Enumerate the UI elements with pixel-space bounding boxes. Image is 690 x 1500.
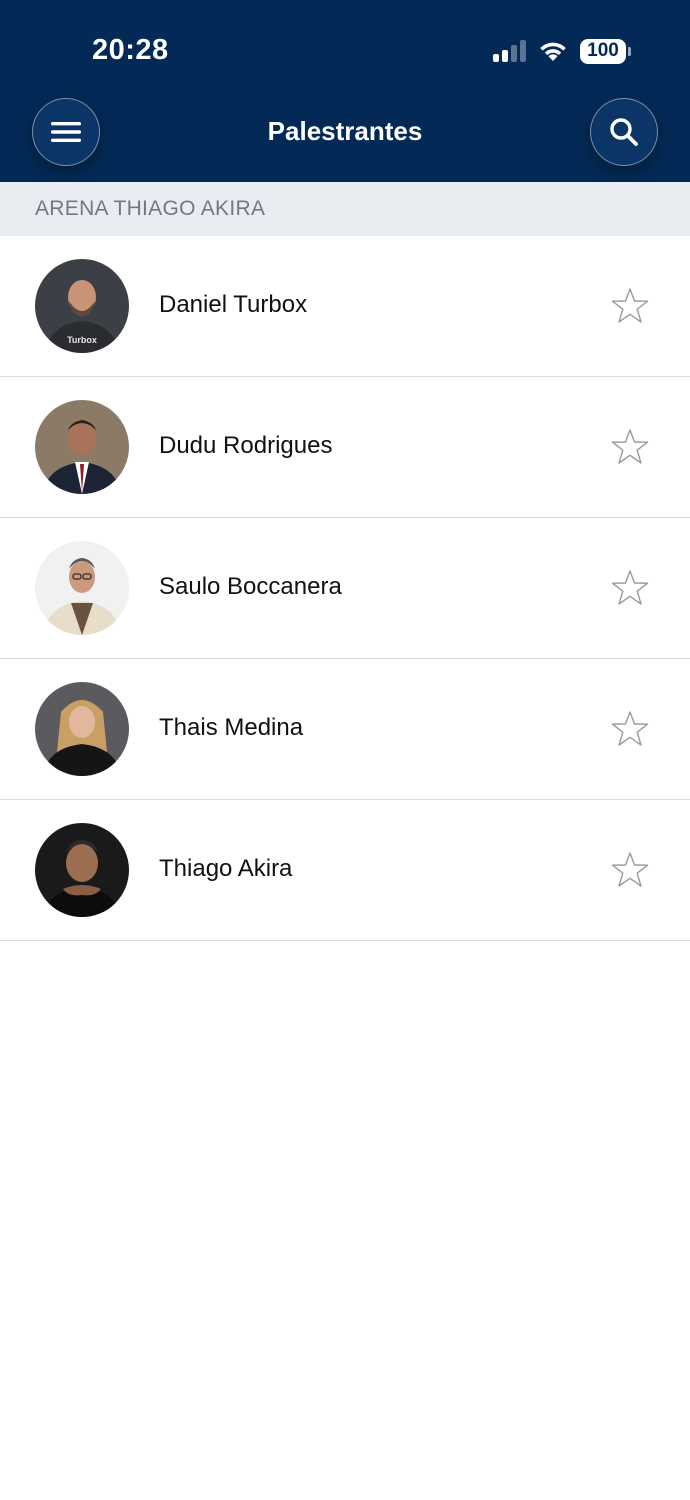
app-screen: 20:28 100 Palestrantes ARENA THIAGO AKIR… xyxy=(0,0,690,1500)
speaker-row[interactable]: Turbox Daniel Turbox xyxy=(0,236,690,377)
avatar xyxy=(35,400,129,494)
speaker-row[interactable]: Saulo Boccanera xyxy=(0,518,690,659)
speaker-row[interactable]: Thiago Akira xyxy=(0,800,690,941)
avatar xyxy=(35,823,129,917)
search-button[interactable] xyxy=(590,98,658,166)
star-icon[interactable] xyxy=(610,427,650,467)
status-time: 20:28 xyxy=(92,34,169,66)
wifi-icon xyxy=(540,42,566,61)
star-icon[interactable] xyxy=(610,286,650,326)
speaker-name: Thiago Akira xyxy=(159,855,293,882)
status-indicators: 100 xyxy=(493,36,631,66)
page-title: Palestrantes xyxy=(267,116,423,146)
star-icon[interactable] xyxy=(610,709,650,749)
speaker-list: Turbox Daniel Turbox Dudu Rodrigues Saul… xyxy=(0,236,690,941)
speaker-row[interactable]: Dudu Rodrigues xyxy=(0,377,690,518)
search-icon xyxy=(610,118,638,146)
speaker-name: Thais Medina xyxy=(159,714,304,741)
svg-text:Turbox: Turbox xyxy=(67,335,97,345)
speaker-name: Saulo Boccanera xyxy=(159,573,342,600)
avatar: Turbox xyxy=(35,259,129,353)
speaker-name: Dudu Rodrigues xyxy=(159,432,333,459)
header-bar: 20:28 100 Palestrantes xyxy=(0,0,690,182)
avatar xyxy=(35,682,129,776)
star-icon[interactable] xyxy=(610,568,650,608)
section-label: ARENA THIAGO AKIRA xyxy=(35,197,266,220)
speaker-row[interactable]: Thais Medina xyxy=(0,659,690,800)
cellular-signal-icon xyxy=(493,40,526,62)
avatar xyxy=(35,541,129,635)
section-header: ARENA THIAGO AKIRA xyxy=(0,182,690,236)
star-icon[interactable] xyxy=(610,850,650,890)
battery-indicator: 100 xyxy=(580,38,631,64)
speaker-name: Daniel Turbox xyxy=(159,291,308,318)
